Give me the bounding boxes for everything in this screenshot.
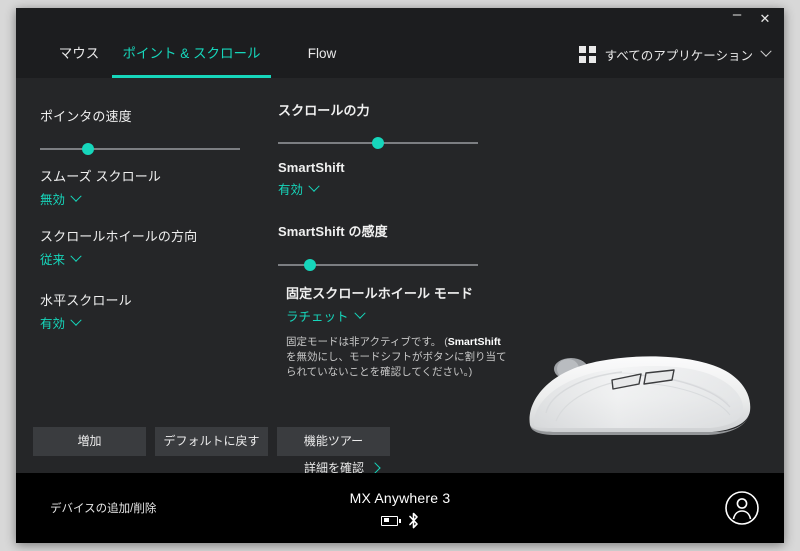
mouse-product-image — [529, 356, 751, 435]
smooth-scroll-value: 無効 — [40, 193, 66, 207]
fixed-wheel-mode-value: ラチェット — [286, 310, 349, 324]
smartshift-sensitivity-slider-thumb[interactable] — [304, 259, 316, 271]
scroll-power-control: スクロールの力 — [278, 100, 488, 151]
scroll-wheel-direction-dropdown[interactable]: 従来 — [40, 249, 82, 268]
grid-icon — [578, 45, 596, 63]
smartshift-sensitivity-slider[interactable] — [278, 257, 478, 273]
fixed-wheel-mode-dropdown[interactable]: ラチェット — [286, 306, 366, 325]
note-suffix: を無効にし、モードシフトがボタンに割り当てられていないことを確認してください。) — [286, 351, 507, 379]
smartshift-dropdown[interactable]: 有効 — [278, 179, 320, 198]
tab-point-and-scroll-label: ポイント & スクロール — [122, 46, 261, 61]
note-prefix: 固定モードは非アクティブです。 ( — [286, 336, 448, 348]
scroll-power-slider-thumb[interactable] — [372, 137, 384, 149]
chevron-down-icon — [353, 307, 366, 319]
smooth-scroll-label: スムーズ スクロール — [40, 169, 161, 184]
user-avatar-icon[interactable] — [724, 490, 760, 526]
smooth-scroll-control: スムーズ スクロール 無効 — [40, 166, 161, 208]
chevron-down-icon — [70, 250, 82, 262]
restore-defaults-button[interactable]: デフォルトに戻す — [155, 427, 268, 456]
chevron-down-icon — [760, 45, 772, 57]
device-info: MX Anywhere 3 — [16, 490, 784, 529]
horizontal-scroll-value: 有効 — [40, 317, 66, 331]
pointer-speed-slider-thumb[interactable] — [82, 143, 94, 155]
bluetooth-icon — [409, 512, 418, 529]
fixed-wheel-mode-label: 固定スクロールホイール モード — [286, 286, 474, 301]
add-button[interactable]: 増加 — [33, 427, 146, 456]
scroll-wheel-direction-control: スクロールホイールの方向 従来 — [40, 226, 197, 268]
application-filter-dropdown[interactable]: すべてのアプリケーション — [578, 40, 772, 68]
smartshift-label: SmartShift — [278, 160, 345, 175]
logitech-options-window: – ✕ マウス ポイント & スクロール Flow すべてのアプリケーション ポ… — [16, 8, 784, 543]
settings-content: ポインタの速度 スムーズ スクロール 無効 スクロールホイールの方向 従来 水平… — [16, 78, 784, 475]
tab-bar: マウス ポイント & スクロール Flow すべてのアプリケーション — [16, 30, 784, 79]
feature-tour-button[interactable]: 機能ツアー — [277, 427, 390, 456]
smartshift-value: 有効 — [278, 183, 304, 197]
fixed-wheel-mode-note: 固定モードは非アクティブです。 (SmartShift を無効にし、モードシフト… — [286, 335, 514, 381]
device-name: MX Anywhere 3 — [349, 490, 451, 506]
smartshift-sensitivity-control: SmartShift の感度 — [278, 221, 488, 273]
application-filter-label: すべてのアプリケーション — [604, 48, 753, 63]
pointer-speed-slider-track — [40, 148, 240, 150]
chevron-right-icon — [369, 461, 381, 474]
chevron-down-icon — [70, 314, 82, 326]
scroll-power-slider[interactable] — [278, 135, 478, 151]
chevron-down-icon — [308, 180, 320, 192]
scroll-power-label: スクロールの力 — [278, 103, 370, 118]
tab-flow[interactable]: Flow — [272, 30, 372, 78]
pointer-speed-slider[interactable] — [40, 141, 240, 157]
smartshift-sensitivity-label: SmartShift の感度 — [278, 224, 388, 239]
fixed-wheel-mode-control: 固定スクロールホイール モード ラチェット 固定モードは非アクティブです。 (S… — [286, 283, 514, 381]
chevron-down-icon — [70, 190, 82, 202]
device-status-icons — [16, 512, 784, 529]
minimize-button[interactable]: – — [724, 8, 750, 30]
pointer-speed-label: ポインタの速度 — [40, 109, 132, 124]
footer-bar: デバイスの追加/削除 MX Anywhere 3 — [16, 473, 784, 543]
tab-point-and-scroll[interactable]: ポイント & スクロール — [104, 30, 279, 78]
note-bold: SmartShift — [447, 336, 501, 348]
close-button[interactable]: ✕ — [752, 8, 778, 30]
smooth-scroll-dropdown[interactable]: 無効 — [40, 189, 82, 208]
scroll-wheel-direction-label: スクロールホイールの方向 — [40, 229, 198, 244]
battery-icon — [381, 515, 401, 526]
title-bar: – ✕ — [16, 8, 784, 30]
scroll-wheel-direction-value: 従来 — [40, 253, 66, 267]
smartshift-control: SmartShift 有効 — [278, 160, 345, 198]
horizontal-scroll-label: 水平スクロール — [40, 293, 132, 308]
horizontal-scroll-dropdown[interactable]: 有効 — [40, 313, 82, 332]
pointer-speed-control: ポインタの速度 — [40, 106, 250, 157]
horizontal-scroll-control: 水平スクロール 有効 — [40, 290, 132, 332]
